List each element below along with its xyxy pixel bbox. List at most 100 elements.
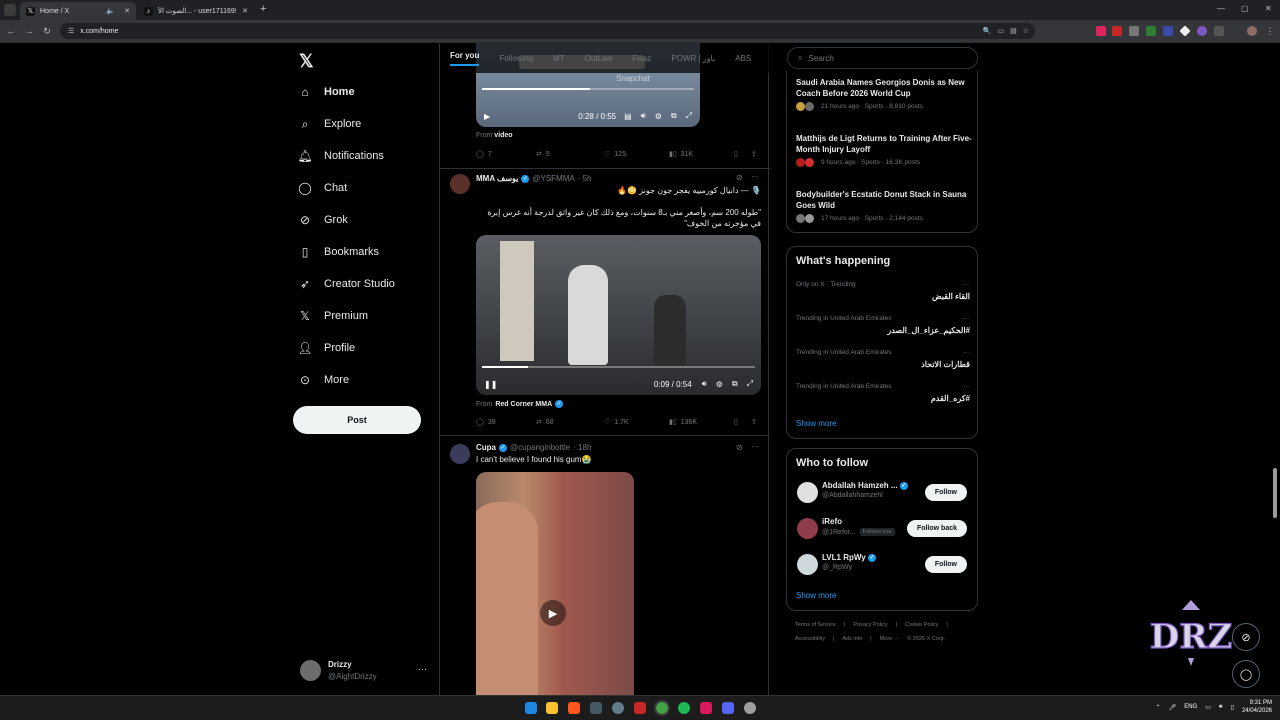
share-icon[interactable]: ⇪ xyxy=(751,150,757,158)
chat-float-button[interactable]: ◯ xyxy=(1232,660,1260,688)
tab-mt[interactable]: MT xyxy=(553,54,565,63)
tab-following[interactable]: Following xyxy=(499,54,533,63)
extension-grid-icon[interactable] xyxy=(1129,26,1139,36)
author-handle[interactable]: @YSFMMA xyxy=(532,174,574,183)
app-icon[interactable] xyxy=(590,702,602,714)
profile-avatar-icon[interactable] xyxy=(1247,26,1257,36)
extension-green-icon[interactable] xyxy=(1146,26,1156,36)
reply-button[interactable]: ◯ 39 xyxy=(476,418,536,427)
settings-icon[interactable]: ⚙ xyxy=(716,380,723,389)
ads-info-link[interactable]: Ads info xyxy=(842,636,862,642)
account-more-icon[interactable]: ··· xyxy=(418,664,427,674)
maximize-icon[interactable]: ▢ xyxy=(1241,4,1249,13)
like-button[interactable]: ♡ 1.7K xyxy=(604,418,669,427)
app-icon[interactable] xyxy=(612,702,624,714)
follow-suggestion[interactable]: Abdallah Hamzeh ... ✓ @Abdallahhamzehl F… xyxy=(795,479,975,507)
tab-powr[interactable]: POWR | باور xyxy=(671,54,715,63)
video-player[interactable]: ❚❚ 0:09 / 0:54 🔊︎ ⚙ ⧉ ⤢ xyxy=(476,235,761,395)
trend-more-icon[interactable]: ··· xyxy=(964,281,971,288)
close-window-icon[interactable]: ✕ xyxy=(1265,4,1272,13)
forward-icon[interactable]: → xyxy=(23,25,35,37)
avatar[interactable] xyxy=(450,444,470,464)
follow-suggestion[interactable]: iRefo @1Refor... Follows you Follow back xyxy=(795,515,975,543)
extensions-puzzle-icon[interactable] xyxy=(1214,26,1224,36)
follow-back-button[interactable]: Follow back xyxy=(906,520,967,537)
from-source-link[interactable]: Red Corner MMA xyxy=(495,401,552,408)
follow-suggestion[interactable]: LVL1 RpWy ✓ @_RpWy Follow xyxy=(795,551,975,579)
play-icon[interactable]: ▶ xyxy=(540,600,566,626)
nav-profile[interactable]: 👤︎ Profile xyxy=(297,339,355,357)
trend-item[interactable]: Only on X · Trending ··· القاء القبض xyxy=(796,281,970,301)
extension-diamond-icon[interactable] xyxy=(1179,25,1191,37)
extension-blue-icon[interactable] xyxy=(1163,26,1173,36)
pip-icon[interactable]: ⧉ xyxy=(671,111,677,121)
from-source-link[interactable]: video xyxy=(494,132,512,139)
news-item[interactable]: Bodybuilder's Ecstatic Donut Stack in Sa… xyxy=(796,189,974,223)
tweet-more-icon[interactable]: ··· xyxy=(751,172,759,181)
repost-button[interactable]: ⇄ 68 xyxy=(536,418,604,427)
start-icon[interactable] xyxy=(525,702,537,714)
battery-icon[interactable]: ▯ xyxy=(1231,704,1234,711)
minimize-icon[interactable]: — xyxy=(1217,4,1225,13)
tab-outlaw[interactable]: OutLaw xyxy=(585,54,613,63)
news-item[interactable]: Matthijs de Ligt Returns to Training Aft… xyxy=(796,133,974,167)
address-bar[interactable]: ☰ x.com/home 🔍 ▭ ▤ ☆ xyxy=(60,23,1035,39)
extension-shield-icon[interactable] xyxy=(1096,26,1106,36)
trend-item[interactable]: Trending in United Arab Emirates ··· #كره… xyxy=(796,383,970,403)
follow-button[interactable]: Follow xyxy=(924,556,967,573)
fullscreen-icon[interactable]: ⤢ xyxy=(686,111,692,121)
author-name[interactable]: MMA يوسف xyxy=(476,174,518,183)
follow-button[interactable]: Follow xyxy=(924,484,967,501)
privacy-link[interactable]: Privacy Policy xyxy=(853,622,887,628)
play-icon[interactable]: ▶ xyxy=(484,112,490,121)
brave-icon[interactable] xyxy=(568,702,580,714)
nav-grok[interactable]: ⊘ Grok xyxy=(298,211,348,229)
site-info-icon[interactable]: ☰ xyxy=(68,27,74,35)
news-item[interactable]: Saudi Arabia Names Georgios Donis as New… xyxy=(796,77,974,111)
grok-icon[interactable]: ⊘ xyxy=(736,173,743,182)
tray-chevron-icon[interactable]: ⌃ xyxy=(1156,704,1161,711)
tweet-more-icon[interactable]: ··· xyxy=(751,442,759,451)
trend-item[interactable]: Trending in United Arab Emirates ··· #الح… xyxy=(796,315,970,335)
tab-search-icon[interactable] xyxy=(4,4,16,16)
nav-more[interactable]: ⊙ More xyxy=(298,371,349,389)
pause-icon[interactable]: ❚❚ xyxy=(484,380,497,389)
grok-float-button[interactable]: ⊘ xyxy=(1232,623,1260,651)
reply-button[interactable]: ◯ 7 xyxy=(476,150,536,159)
tab-abs[interactable]: ABS xyxy=(735,54,751,63)
trend-item[interactable]: Trending in United Arab Emirates ··· قطار… xyxy=(796,349,970,369)
chrome-icon[interactable] xyxy=(654,700,670,716)
grok-icon[interactable]: ⊘ xyxy=(736,443,743,452)
share-icon[interactable]: ⇪ xyxy=(751,418,757,426)
translate-icon[interactable]: ▤ xyxy=(1010,27,1017,35)
new-tab-icon[interactable]: + xyxy=(260,3,266,15)
reload-icon[interactable]: ↻ xyxy=(41,25,53,37)
file-explorer-icon[interactable] xyxy=(546,702,558,714)
bookmark-icon[interactable]: ▯ xyxy=(734,418,751,426)
extension-red-icon[interactable] xyxy=(1112,26,1122,36)
views-button[interactable]: ▮▯ 31K xyxy=(669,150,734,159)
tab-fwaz[interactable]: Fwaz xyxy=(632,54,651,63)
close-tab-icon[interactable]: ✕ xyxy=(124,7,130,15)
app-icon[interactable] xyxy=(700,702,712,714)
tab-for-you[interactable]: For you xyxy=(450,51,480,66)
pip-icon[interactable]: ⧉ xyxy=(732,379,738,389)
terms-link[interactable]: Terms of Service xyxy=(795,622,836,628)
volume-icon[interactable]: 🔊︎ xyxy=(702,379,707,389)
page-scrollbar[interactable] xyxy=(1273,468,1277,518)
trend-more-icon[interactable]: ··· xyxy=(964,383,971,390)
bookmark-star-icon[interactable]: ☆ xyxy=(1023,27,1029,35)
trend-more-icon[interactable]: ··· xyxy=(964,349,971,356)
zoom-icon[interactable]: 🔍 xyxy=(983,27,992,35)
extension-purple-icon[interactable] xyxy=(1197,26,1207,36)
close-tab-icon[interactable]: ✕ xyxy=(242,7,248,15)
cast-icon[interactable]: ▭ xyxy=(997,27,1004,35)
trend-more-icon[interactable]: ··· xyxy=(964,315,971,322)
author-handle[interactable]: @cupanginbottle xyxy=(510,443,570,452)
back-icon[interactable]: ← xyxy=(5,25,17,37)
nav-premium[interactable]: 𝕏 Premium xyxy=(298,307,368,325)
language-indicator[interactable]: ENG xyxy=(1184,704,1197,710)
mic-icon[interactable]: 🎤︎ xyxy=(1169,704,1177,711)
app-icon[interactable] xyxy=(744,702,756,714)
nav-home[interactable]: ⌂ Home xyxy=(298,83,354,101)
